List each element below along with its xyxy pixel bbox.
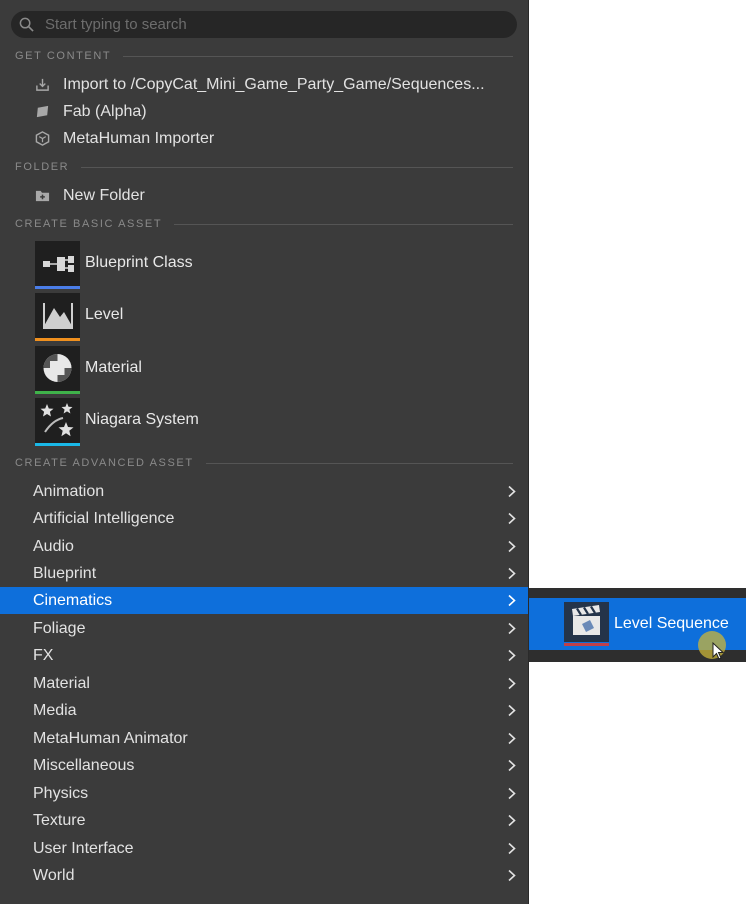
category-user-interface[interactable]: User Interface	[0, 835, 528, 862]
basic-asset-niagara-system[interactable]: Niagara System	[0, 398, 528, 448]
chevron-right-icon	[508, 842, 516, 855]
basic-asset-blueprint-class[interactable]: Blueprint Class	[0, 241, 528, 291]
menu-item-label: Fab (Alpha)	[63, 102, 147, 120]
category-blueprint[interactable]: Blueprint	[0, 560, 528, 587]
category-audio[interactable]: Audio	[0, 533, 528, 560]
category-texture[interactable]: Texture	[0, 807, 528, 834]
level-sequence-icon	[572, 605, 600, 635]
section-divider	[205, 462, 513, 464]
category-label: FX	[33, 647, 54, 664]
menu-item-metahuman-importer[interactable]: MetaHuman Importer	[0, 125, 528, 152]
chevron-right-icon	[508, 512, 516, 525]
category-label: Texture	[33, 812, 86, 829]
mouse-cursor-icon	[698, 631, 726, 660]
chevron-right-icon	[508, 704, 516, 717]
section-header: CREATE BASIC ASSET	[15, 218, 163, 230]
asset-color-bar	[564, 643, 609, 646]
category-animation[interactable]: Animation	[0, 478, 528, 505]
category-media[interactable]: Media	[0, 697, 528, 724]
chevron-right-icon	[508, 787, 516, 800]
import-icon	[36, 78, 49, 91]
chevron-right-icon	[508, 759, 516, 772]
niagara-system-icon	[40, 403, 74, 437]
section-header: FOLDER	[15, 161, 70, 173]
menu-item-label: MetaHuman Importer	[63, 129, 215, 147]
menu-item-import[interactable]: Import to /CopyCat_Mini_Game_Party_Game/…	[0, 71, 528, 98]
chevron-right-icon	[508, 485, 516, 498]
search-icon	[19, 17, 34, 32]
category-artificial-intelligence[interactable]: Artificial Intelligence	[0, 505, 528, 532]
category-label: MetaHuman Animator	[33, 730, 188, 747]
section-create-basic-asset: CREATE BASIC ASSET	[15, 217, 513, 231]
material-tile	[35, 346, 80, 391]
category-label: User Interface	[33, 840, 134, 857]
basic-asset-label: Blueprint Class	[85, 254, 193, 271]
chevron-right-icon	[508, 677, 516, 690]
section-folder: FOLDER	[15, 160, 513, 174]
blueprint-class-icon	[43, 256, 74, 272]
level-icon	[43, 303, 73, 329]
asset-color-bar	[35, 443, 80, 446]
chevron-right-icon	[508, 622, 516, 635]
basic-asset-label: Material	[85, 359, 142, 376]
metahuman-icon	[35, 131, 50, 146]
category-label: Cinematics	[33, 592, 113, 609]
new-folder-icon	[35, 190, 50, 202]
section-divider	[174, 223, 513, 225]
category-label: Media	[33, 702, 77, 719]
fab-icon	[36, 105, 49, 118]
chevron-right-icon	[508, 814, 516, 827]
category-label: Physics	[33, 785, 89, 802]
asset-color-bar	[35, 391, 80, 394]
basic-asset-level[interactable]: Level	[0, 293, 528, 343]
menu-item-label: Import to /CopyCat_Mini_Game_Party_Game/…	[63, 75, 485, 93]
chevron-right-icon	[508, 594, 516, 607]
category-label: Foliage	[33, 620, 86, 637]
section-divider	[123, 55, 513, 57]
chevron-right-icon	[508, 567, 516, 580]
category-label: Material	[33, 675, 90, 692]
category-physics[interactable]: Physics	[0, 780, 528, 807]
chevron-right-icon	[508, 540, 516, 553]
section-header: CREATE ADVANCED ASSET	[15, 457, 194, 469]
section-get-content: GET CONTENT	[15, 49, 513, 63]
category-world[interactable]: World	[0, 862, 528, 889]
category-label: Miscellaneous	[33, 757, 135, 774]
basic-asset-label: Level	[85, 306, 124, 323]
basic-asset-label: Niagara System	[85, 411, 199, 428]
category-label: World	[33, 867, 75, 884]
search-box[interactable]	[11, 11, 517, 38]
menu-item-new-folder[interactable]: New Folder	[0, 182, 528, 209]
asset-color-bar	[35, 286, 80, 289]
category-label: Artificial Intelligence	[33, 510, 175, 527]
basic-asset-material[interactable]: Material	[0, 346, 528, 396]
category-label: Animation	[33, 483, 105, 500]
chevron-right-icon	[508, 649, 516, 662]
category-material[interactable]: Material	[0, 670, 528, 697]
search-input[interactable]	[45, 14, 505, 35]
add-asset-menu: GET CONTENT Import to /CopyCat_Mini_Game…	[0, 0, 529, 904]
section-header: GET CONTENT	[15, 50, 112, 62]
category-foliage[interactable]: Foliage	[0, 615, 528, 642]
category-cinematics[interactable]: Cinematics	[0, 587, 528, 614]
category-label: Blueprint	[33, 565, 97, 582]
menu-item-fab[interactable]: Fab (Alpha)	[0, 98, 528, 125]
section-divider	[81, 166, 513, 168]
niagara-system-tile	[35, 398, 80, 443]
category-fx[interactable]: FX	[0, 642, 528, 669]
material-icon	[43, 354, 72, 382]
level-sequence-tile	[564, 602, 609, 642]
section-create-advanced-asset: CREATE ADVANCED ASSET	[15, 456, 513, 470]
category-label: Audio	[33, 538, 74, 555]
asset-color-bar	[35, 338, 80, 341]
chevron-right-icon	[508, 732, 516, 745]
chevron-right-icon	[508, 869, 516, 882]
menu-item-label: New Folder	[63, 186, 145, 204]
level-tile	[35, 293, 80, 338]
category-miscellaneous[interactable]: Miscellaneous	[0, 752, 528, 779]
category-metahuman-animator[interactable]: MetaHuman Animator	[0, 725, 528, 752]
blueprint-class-tile	[35, 241, 80, 286]
